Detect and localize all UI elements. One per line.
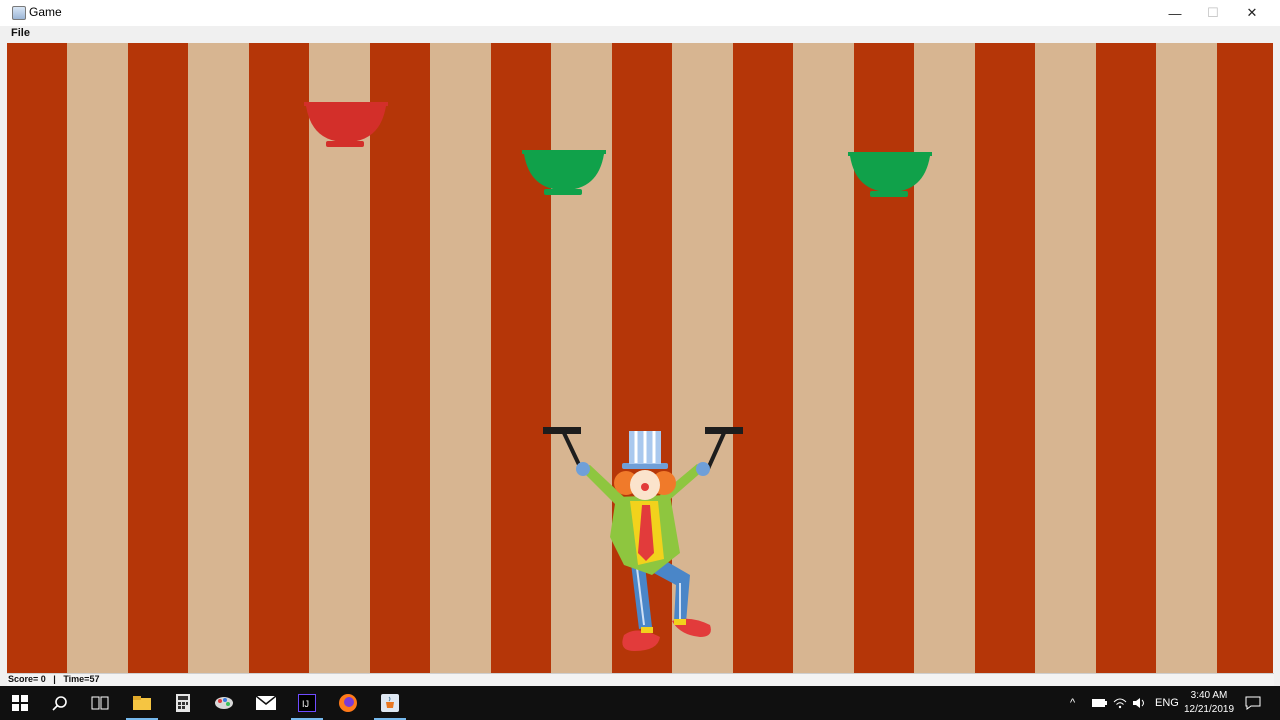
- language-indicator[interactable]: ENG: [1155, 686, 1179, 720]
- battery-icon[interactable]: [1092, 686, 1108, 720]
- score-label: Score= 0: [8, 674, 46, 684]
- bowl-body: [850, 156, 930, 192]
- status-bar: Score= 0 | Time=57: [7, 673, 1274, 686]
- task-view-icon[interactable]: [80, 686, 120, 720]
- left-stick-plate: [543, 427, 581, 434]
- notification-icon[interactable]: [1245, 686, 1261, 720]
- windows-start-icon[interactable]: [0, 686, 40, 720]
- right-stick: [705, 432, 726, 472]
- clown[interactable]: [540, 425, 745, 661]
- bowl-body: [306, 106, 386, 142]
- bowl-base: [326, 141, 364, 147]
- calculator-icon[interactable]: [163, 686, 203, 720]
- right-stick-plate: [705, 427, 743, 434]
- bowl-base: [544, 189, 582, 195]
- tray-chevron-icon[interactable]: ^: [1070, 686, 1075, 720]
- red-bowl: [304, 102, 388, 147]
- intellij-icon[interactable]: IJ: [287, 686, 327, 720]
- right-ankle: [674, 619, 686, 625]
- svg-text:IJ: IJ: [302, 699, 309, 709]
- bowl-rim: [522, 150, 606, 154]
- firefox-icon[interactable]: [328, 686, 368, 720]
- mail-icon[interactable]: [246, 686, 286, 720]
- menu-bar: File: [0, 26, 1280, 43]
- bowl-base: [870, 191, 908, 197]
- java-cup-icon: [12, 6, 26, 20]
- time-label: Time=57: [63, 674, 100, 684]
- nose: [641, 483, 649, 491]
- taskbar-clock[interactable]: 3:40 AM 12/21/2019: [1178, 689, 1240, 717]
- right-hand: [696, 462, 710, 476]
- wifi-icon[interactable]: [1113, 686, 1127, 720]
- bowl-rim: [304, 102, 388, 106]
- search-icon[interactable]: [40, 686, 80, 720]
- left-hand: [576, 462, 590, 476]
- file-explorer-icon[interactable]: [122, 686, 162, 720]
- menu-file[interactable]: File: [10, 27, 31, 39]
- bowl-body: [524, 154, 604, 190]
- left-ankle: [641, 627, 653, 633]
- close-button[interactable]: ✕: [1229, 0, 1275, 26]
- volume-icon[interactable]: [1132, 686, 1148, 720]
- taskbar: IJ ^ ENG 3:40 AM 12/21/2019: [0, 686, 1280, 720]
- game-window: Game — ☐ ✕ File Score= 0 | Time=57: [0, 0, 1280, 686]
- game-canvas[interactable]: [7, 43, 1273, 673]
- green-bowl: [522, 150, 606, 195]
- java-app-icon[interactable]: [370, 686, 410, 720]
- clock-time: 3:40 AM: [1190, 690, 1228, 701]
- bowl-rim: [848, 152, 932, 156]
- clock-date: 12/21/2019: [1183, 704, 1235, 715]
- left-shoe: [622, 630, 660, 651]
- title-bar[interactable]: Game — ☐ ✕: [0, 0, 1280, 27]
- green-bowl: [848, 152, 932, 197]
- paint-icon[interactable]: [204, 686, 244, 720]
- window-title: Game: [29, 5, 62, 19]
